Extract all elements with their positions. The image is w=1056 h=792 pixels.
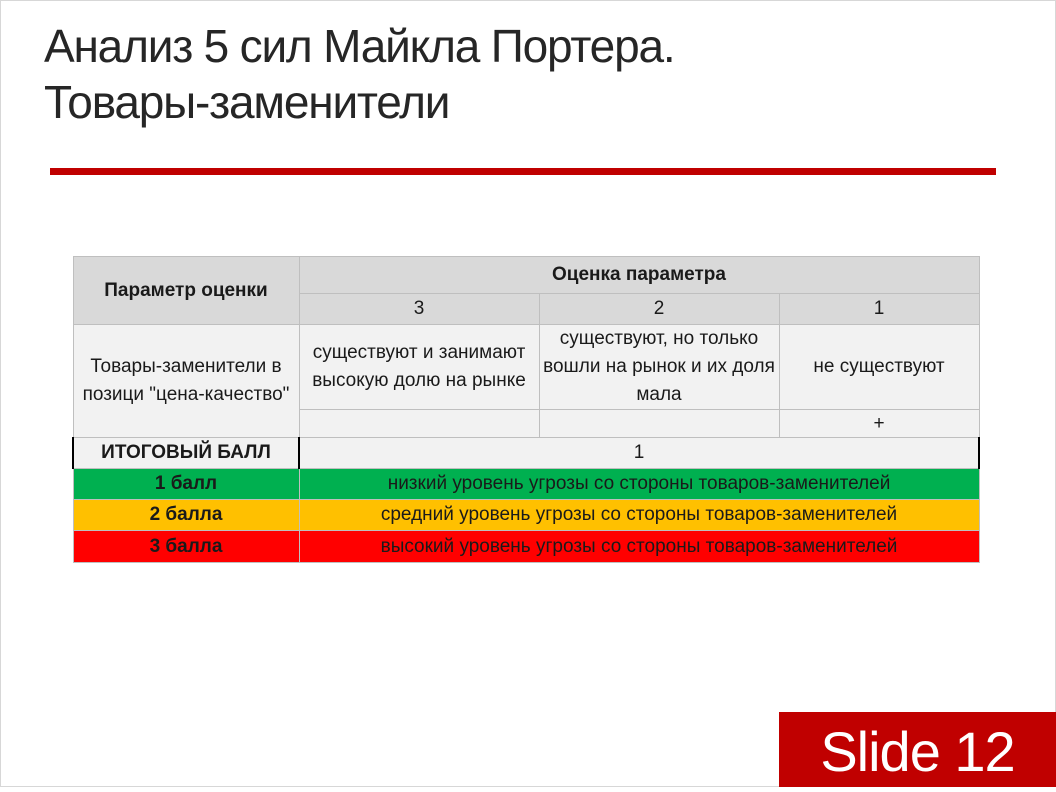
level-3-label: 3 балла — [72, 530, 300, 563]
option-score-3: существуют и занимают высокую долю на ры… — [298, 324, 540, 410]
assessment-table: Параметр оценки Оценка параметра 3 2 1 Т… — [72, 256, 981, 563]
mark-score-3 — [298, 409, 540, 438]
level-2-label: 2 балла — [72, 499, 300, 531]
slide-title-line-2: Товары-заменители — [44, 76, 450, 128]
level-3-text: высокий уровень угрозы со стороны товаро… — [298, 530, 980, 563]
total-label: ИТОГОВЫЙ БАЛЛ — [72, 437, 300, 469]
level-1-text: низкий уровень угрозы со стороны товаров… — [298, 468, 980, 500]
title-divider — [50, 168, 996, 175]
score-col-3: 3 — [298, 293, 540, 325]
score-col-2: 2 — [538, 293, 780, 325]
option-score-1: не существуют — [778, 324, 980, 410]
mark-score-2 — [538, 409, 780, 438]
parameter-name: Товары-заменители в позици "цена-качеств… — [72, 324, 300, 438]
score-header: Оценка параметра — [298, 256, 980, 294]
param-header: Параметр оценки — [72, 256, 300, 325]
score-col-1: 1 — [778, 293, 980, 325]
level-2-text: средний уровень угрозы со стороны товаро… — [298, 499, 980, 531]
level-1-label: 1 балл — [72, 468, 300, 500]
total-value: 1 — [297, 437, 981, 469]
mark-score-1: + — [778, 409, 980, 438]
slide-title: Анализ 5 сил Майкла Портера. Товары-заме… — [44, 18, 944, 130]
slide-number-badge: Slide 12 — [779, 712, 1056, 787]
option-score-2: существуют, но только вошли на рынок и и… — [538, 324, 780, 410]
slide-title-line-1: Анализ 5 сил Майкла Портера. — [44, 20, 676, 72]
